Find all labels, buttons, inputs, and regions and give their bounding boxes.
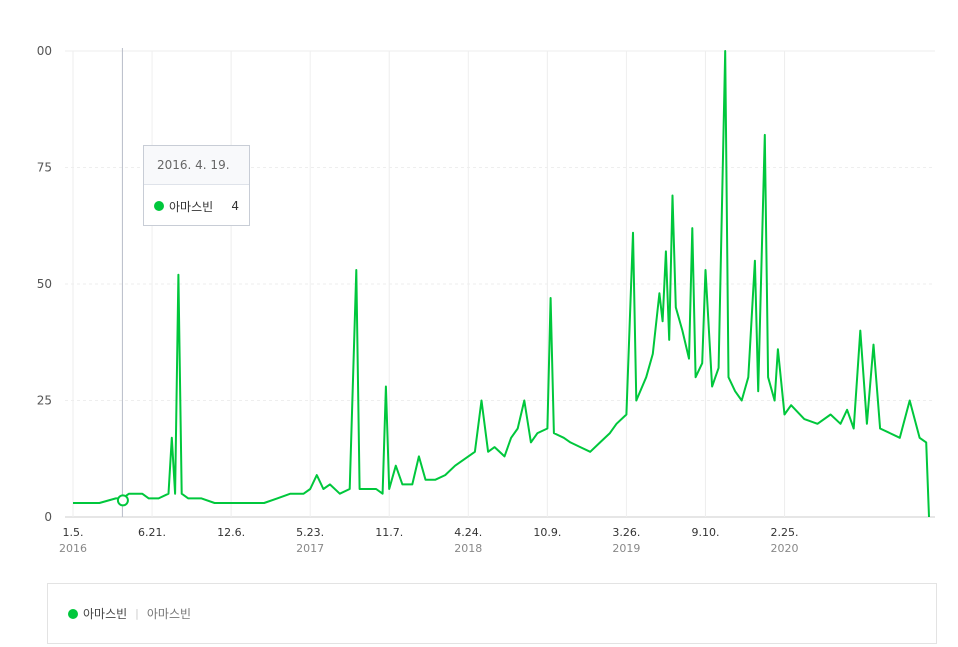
x-tick-label: 5.23. [296, 526, 324, 539]
x-tick-year: 2017 [296, 542, 324, 555]
y-tick-label: 75 [37, 161, 52, 175]
x-tick-label: 3.26. [612, 526, 640, 539]
x-tick-label: 6.21. [138, 526, 166, 539]
legend-color-dot[interactable] [68, 608, 78, 619]
legend: 아마스빈 | 아마스빈 [47, 583, 937, 644]
legend-separator: | [135, 607, 139, 620]
x-tick-label: 2.25. [771, 526, 799, 539]
x-tick-label: 11.7. [375, 526, 403, 539]
tooltip-date: 2016. 4. 19. [144, 146, 249, 185]
x-tick-year: 2019 [612, 542, 640, 555]
legend-sub-label: 아마스빈 [146, 607, 192, 621]
tooltip-row: 아마스빈 4 [144, 185, 249, 227]
y-axis-ticks: 0 25 50 75 00 [37, 44, 52, 524]
x-tick-year: 2020 [771, 542, 799, 555]
tooltip-value: 4 [231, 199, 239, 213]
x-tick-label: 1.5. [63, 526, 84, 539]
x-axis-ticks: 1.5. 2016 6.21. 12.6. 5.23. 2017 11.7. 4.24. 201… [59, 526, 799, 555]
x-tick-label: 4.24. [454, 526, 482, 539]
series-layer[interactable] [73, 50, 930, 518]
y-tick-label: 25 [37, 394, 52, 408]
x-tick-year: 2016 [59, 542, 87, 555]
y-tick-label: 00 [37, 44, 52, 58]
series-line[interactable] [73, 50, 930, 518]
x-tick-label: 10.9. [533, 526, 561, 539]
x-tick-label: 9.10. [691, 526, 719, 539]
tooltip-series-name: 아마스빈 [169, 199, 214, 214]
y-tick-label: 0 [44, 510, 52, 524]
tooltip: 2016. 4. 19. 아마스빈 4 [143, 145, 250, 226]
legend-label[interactable]: 아마스빈 [83, 605, 127, 622]
trend-chart: 0 25 50 75 00 1.5. 2016 6.21. 12.6. 5.23. 2017 11.… [37, 44, 935, 555]
x-tick-year: 2018 [454, 542, 482, 555]
y-tick-label: 50 [37, 277, 52, 291]
x-tick-label: 12.6. [217, 526, 245, 539]
series-color-dot [154, 201, 164, 211]
grid [65, 50, 935, 518]
hover-point-marker [116, 494, 129, 507]
